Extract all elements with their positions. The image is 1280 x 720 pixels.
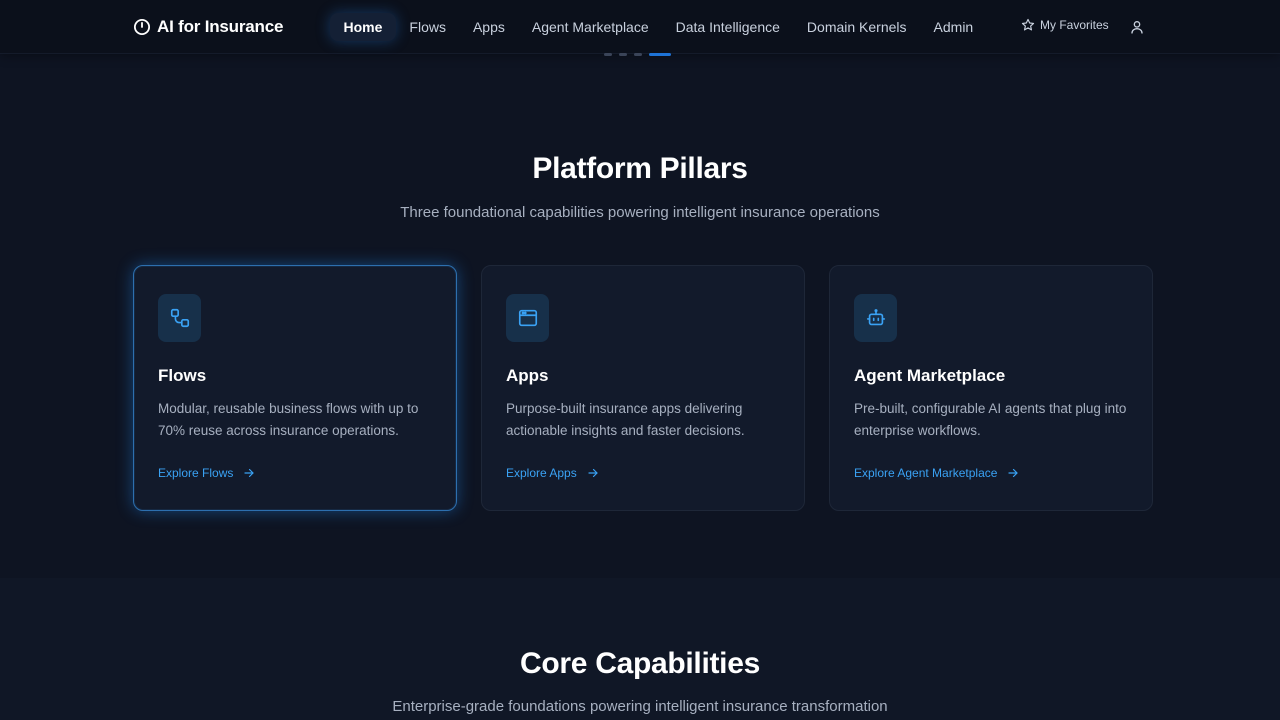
card-description: Purpose-built insurance apps delivering …	[506, 401, 745, 438]
core-capabilities-title: Core Capabilities	[520, 647, 760, 680]
card-description: Pre-built, configurable AI agents that p…	[854, 401, 1127, 438]
main-nav: Home Flows Apps Agent Marketplace Data I…	[330, 0, 987, 54]
arrow-right-icon	[1008, 468, 1019, 478]
card-title: Apps	[506, 366, 549, 385]
carousel-dot[interactable]	[604, 53, 612, 56]
top-navbar: AI for Insurance Home Flows Apps Agent M…	[0, 0, 1280, 54]
nav-item-data-intelligence[interactable]: Data Intelligence	[662, 13, 793, 41]
app-window-icon	[518, 309, 537, 327]
core-capabilities-subtitle: Enterprise-grade foundations powering in…	[392, 698, 888, 715]
page: AI for Insurance Home Flows Apps Agent M…	[0, 0, 1280, 720]
explore-agent-marketplace-link[interactable]: Explore Agent Marketplace	[854, 466, 1019, 480]
brand[interactable]: AI for Insurance	[133, 16, 283, 38]
bot-icon-tile	[854, 294, 897, 342]
workflow-icon-tile	[158, 294, 201, 342]
pillar-card-agent-marketplace[interactable]: Agent Marketplace Pre-built, configurabl…	[829, 265, 1153, 511]
carousel-indicators	[604, 53, 671, 56]
brand-name: AI for Insurance	[157, 17, 284, 36]
pillar-card-flows[interactable]: Flows Modular, reusable business flows w…	[133, 265, 457, 511]
card-link-label: Explore Flows	[158, 466, 234, 480]
my-favorites-button[interactable]: My Favorites	[1021, 18, 1109, 32]
app-window-icon-tile	[506, 294, 549, 342]
nav-item-admin[interactable]: Admin	[920, 13, 987, 41]
bot-icon	[866, 309, 885, 326]
pillars-subtitle: Three foundational capabilities powering…	[400, 204, 880, 221]
nav-item-flows[interactable]: Flows	[396, 13, 460, 41]
pillar-card-apps[interactable]: Apps Purpose-built insurance apps delive…	[481, 265, 805, 511]
nav-item-domain-kernels[interactable]: Domain Kernels	[793, 13, 920, 41]
nav-item-apps[interactable]: Apps	[459, 13, 518, 41]
arrow-right-icon	[588, 468, 598, 478]
carousel-dot-active[interactable]	[649, 53, 671, 56]
card-description: Modular, reusable business flows with up…	[158, 401, 419, 438]
card-title: Agent Marketplace	[854, 366, 1006, 385]
card-link-label: Explore Apps	[506, 466, 577, 480]
carousel-dot[interactable]	[619, 53, 627, 56]
star-icon	[1021, 18, 1035, 31]
carousel-dot[interactable]	[634, 53, 642, 56]
nav-item-home[interactable]: Home	[330, 13, 396, 41]
arrow-right-icon	[244, 468, 254, 478]
my-favorites-label: My Favorites	[1040, 18, 1109, 32]
nav-item-agent-marketplace[interactable]: Agent Marketplace	[518, 13, 662, 41]
workflow-icon	[170, 308, 189, 328]
explore-flows-link[interactable]: Explore Flows	[158, 466, 255, 480]
pillars-title: Platform Pillars	[532, 152, 748, 185]
user-icon[interactable]	[1129, 19, 1145, 35]
power-icon	[133, 18, 151, 36]
card-link-label: Explore Agent Marketplace	[854, 466, 998, 480]
explore-apps-link[interactable]: Explore Apps	[506, 466, 599, 480]
card-title: Flows	[158, 366, 207, 385]
